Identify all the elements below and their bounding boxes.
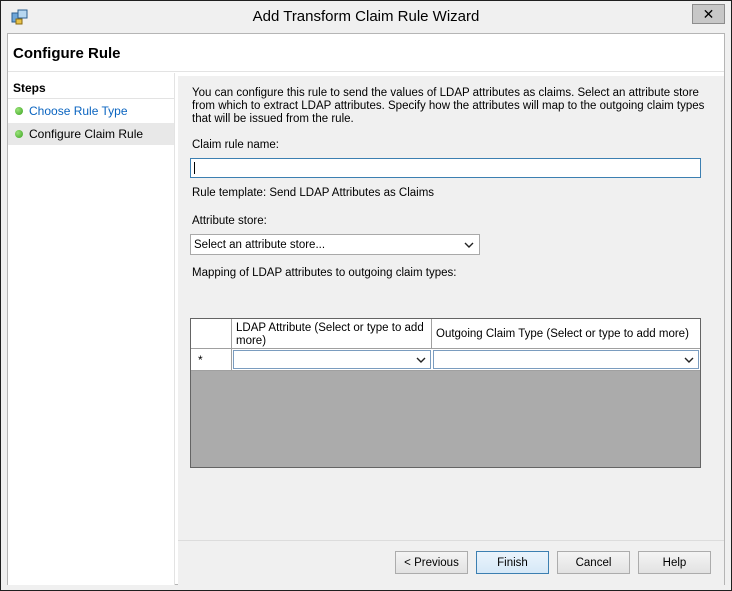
- help-button[interactable]: Help: [638, 551, 711, 574]
- previous-button[interactable]: < Previous: [395, 551, 468, 574]
- finish-button[interactable]: Finish: [476, 551, 549, 574]
- rule-template-text: Rule template: Send LDAP Attributes as C…: [192, 187, 435, 199]
- cancel-button[interactable]: Cancel: [557, 551, 630, 574]
- outgoing-claim-type-select[interactable]: [433, 350, 699, 369]
- text-caret: [194, 162, 195, 174]
- step-label: Configure Claim Rule: [29, 127, 144, 141]
- step-status-icon: [15, 130, 23, 138]
- rule-description: You can configure this rule to send the …: [192, 87, 705, 125]
- page-header: Configure Rule: [8, 34, 724, 72]
- chevron-down-icon: [682, 352, 696, 367]
- footer-divider: [178, 540, 724, 541]
- step-label: Choose Rule Type: [29, 104, 128, 118]
- grid-corner-cell: [191, 319, 232, 349]
- window-title: Add Transform Claim Rule Wizard: [252, 8, 480, 25]
- attribute-store-select[interactable]: Select an attribute store...: [190, 234, 480, 255]
- claim-rule-name-input[interactable]: [190, 158, 701, 178]
- attribute-store-label: Attribute store:: [192, 215, 267, 227]
- wizard-content: Configure Rule Steps Choose Rule Type Co…: [7, 33, 725, 585]
- close-icon: ✕: [702, 5, 715, 22]
- step-configure-claim-rule: Configure Claim Rule: [8, 123, 174, 145]
- chevron-down-icon: [462, 237, 476, 252]
- close-button[interactable]: ✕: [692, 4, 725, 24]
- attribute-store-value: Select an attribute store...: [194, 238, 326, 251]
- grid-header: LDAP Attribute (Select or type to add mo…: [191, 319, 700, 349]
- mapping-label: Mapping of LDAP attributes to outgoing c…: [192, 267, 457, 279]
- attribute-mapping-grid: LDAP Attribute (Select or type to add mo…: [190, 318, 701, 468]
- ldap-attribute-select[interactable]: [233, 350, 431, 369]
- page-title: Configure Rule: [13, 45, 121, 62]
- step-choose-rule-type[interactable]: Choose Rule Type: [8, 100, 174, 122]
- title-bar: Add Transform Claim Rule Wizard ✕: [1, 1, 731, 33]
- steps-panel: Steps Choose Rule Type Configure Claim R…: [8, 73, 175, 585]
- claim-rule-name-label: Claim rule name:: [192, 139, 279, 151]
- chevron-down-icon: [414, 352, 428, 367]
- grid-new-row: *: [191, 349, 700, 371]
- steps-title: Steps: [13, 81, 46, 95]
- step-status-icon: [15, 107, 23, 115]
- new-row-marker[interactable]: *: [191, 349, 232, 370]
- wizard-window: Add Transform Claim Rule Wizard ✕ Config…: [0, 0, 732, 591]
- column-header-outgoing-claim-type[interactable]: Outgoing Claim Type (Select or type to a…: [432, 319, 700, 349]
- column-header-ldap-attribute[interactable]: LDAP Attribute (Select or type to add mo…: [232, 319, 432, 349]
- main-panel: You can configure this rule to send the …: [178, 76, 724, 585]
- steps-divider: [8, 98, 174, 99]
